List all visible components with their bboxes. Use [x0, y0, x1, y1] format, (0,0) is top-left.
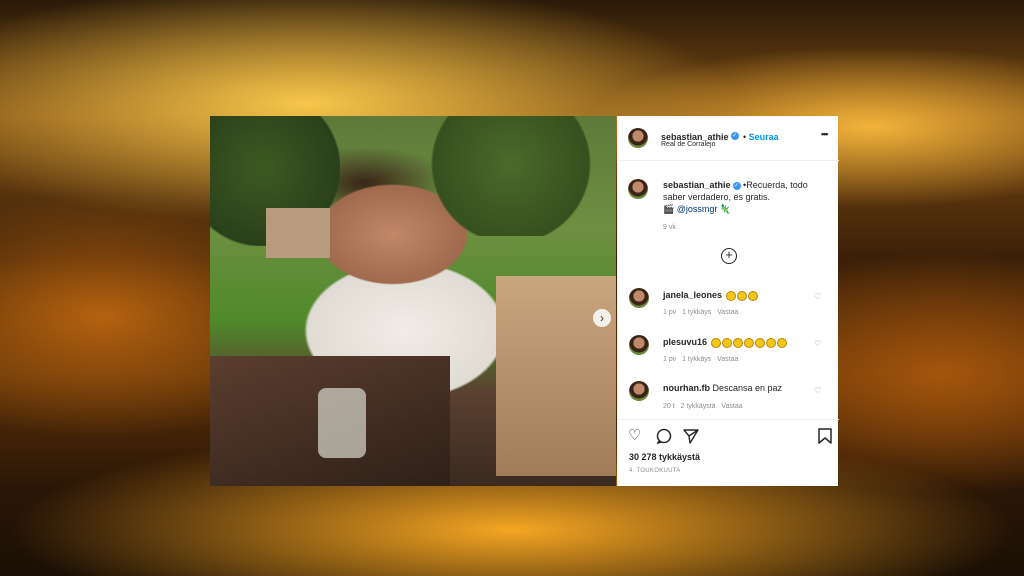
comment-username[interactable]: janela_leones	[663, 290, 722, 300]
reply-button[interactable]: Vastaa	[721, 403, 742, 410]
bookmark-icon[interactable]	[818, 428, 832, 447]
post-side-panel: sebastian_athie ✓ • Seuraa Real de Corral…	[617, 116, 839, 487]
photo-house	[266, 208, 330, 258]
reply-button[interactable]: Vastaa	[717, 356, 738, 363]
comment-meta: 1 pv 1 tykkäys Vastaa	[663, 309, 738, 316]
emoji-icon	[732, 337, 743, 348]
caption-age: 9 vk	[663, 224, 676, 231]
comment-meta: 20 t 2 tykkäystä Vastaa	[663, 403, 743, 410]
chevron-right-icon[interactable]: ›	[593, 309, 611, 327]
paper-plane-icon[interactable]	[683, 428, 699, 447]
post-date: 4. TOUKOKUUTA	[629, 468, 681, 474]
comment-age: 1 pv	[663, 309, 677, 316]
emoji-icon	[765, 337, 776, 348]
post-header: sebastian_athie ✓ • Seuraa Real de Corral…	[618, 116, 839, 161]
comment-meta: 1 pv 1 tykkäys Vastaa	[663, 356, 738, 363]
emoji-icon: 🦎	[719, 204, 732, 214]
avatar[interactable]	[628, 128, 648, 148]
verified-icon: ✓	[732, 181, 741, 190]
comment-age: 1 pv	[663, 356, 677, 363]
emoji-icon	[776, 337, 787, 348]
emoji-icon	[743, 337, 754, 348]
post-location[interactable]: Real de Corralejo	[661, 141, 715, 148]
post-caption: sebastian_athie ✓ •Recuerda, todo saber v…	[663, 179, 823, 215]
post-photo	[210, 116, 616, 486]
heart-icon[interactable]: ♡	[814, 292, 821, 301]
comment-text: Descansa en paz	[712, 383, 783, 393]
comment-username[interactable]: plesuvu16	[663, 337, 707, 347]
comment-1: janela_leones	[663, 289, 758, 301]
emoji-icon	[725, 290, 736, 301]
photo-tree	[426, 116, 596, 236]
comment-age: 20 t	[663, 403, 675, 410]
avatar[interactable]	[629, 381, 649, 401]
emoji-icon	[736, 290, 747, 301]
emoji-icon	[747, 290, 758, 301]
heart-icon[interactable]: ♡	[814, 386, 821, 395]
comment-likes[interactable]: 2 tykkäystä	[681, 403, 716, 410]
photo-jar	[318, 388, 366, 458]
emoji-icon	[754, 337, 765, 348]
comment-2: plesuvu16	[663, 336, 787, 348]
comment-username[interactable]: nourhan.fb	[663, 383, 710, 393]
plus-circle-icon[interactable]: +	[721, 248, 737, 264]
comment-likes[interactable]: 1 tykkäys	[682, 309, 711, 316]
verified-icon: ✓	[730, 131, 739, 140]
heart-icon[interactable]: ♡	[628, 428, 641, 443]
reply-button[interactable]: Vastaa	[717, 309, 738, 316]
photo-chair	[496, 276, 616, 476]
clapper-icon: 🎬	[663, 204, 675, 214]
post-actions: ♡ 30 278 tykkäystä 4. TOUKOKUUTA	[618, 419, 839, 487]
comment-icon[interactable]	[656, 428, 672, 447]
avatar[interactable]	[629, 288, 649, 308]
heart-icon[interactable]: ♡	[814, 339, 821, 348]
comment-likes[interactable]: 1 tykkäys	[682, 356, 711, 363]
comment-3: nourhan.fb Descansa en paz	[663, 382, 782, 394]
caption-username[interactable]: sebastian_athie	[663, 180, 731, 190]
follow-button[interactable]: Seuraa	[749, 132, 779, 142]
emoji-icon	[710, 337, 721, 348]
caption-mention[interactable]: @jossmgr	[677, 204, 718, 214]
avatar[interactable]	[629, 335, 649, 355]
like-count[interactable]: 30 278 tykkäystä	[629, 452, 700, 462]
more-options-icon[interactable]: •••	[821, 129, 829, 139]
emoji-icon	[721, 337, 732, 348]
avatar[interactable]	[628, 179, 648, 199]
